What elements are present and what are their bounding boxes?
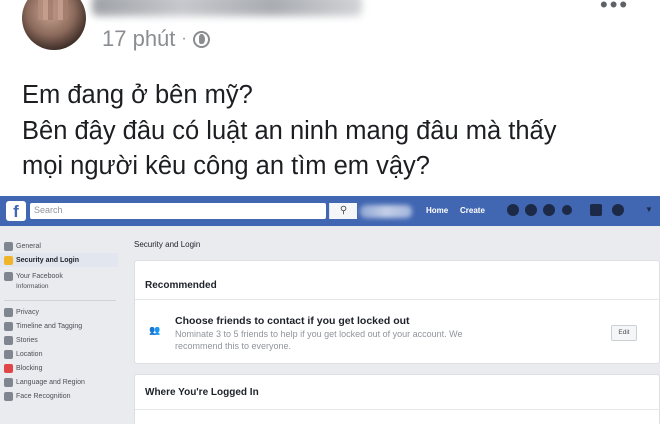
sidebar-item-blocking[interactable]: Blocking [4,364,42,373]
page-title: Security and Login [134,240,201,249]
profile-name-redacted[interactable] [360,205,412,218]
sidebar-item-security[interactable]: Security and Login [0,253,118,267]
pixelated-face [38,0,68,20]
nav-home[interactable]: Home [426,206,448,215]
card-divider [135,299,660,300]
sidebar-item-label: Language and Region [16,379,85,386]
search-icon[interactable]: ⚲ [329,203,357,219]
timeline-icon [4,322,13,331]
post-line-1: Em đang ở bên mỹ? [22,81,253,109]
trusted-contacts-title: Choose friends to contact if you get loc… [175,315,410,327]
sidebar-item-your-information[interactable]: Your Facebook [4,272,63,281]
facebook-icon [4,272,13,281]
embedded-screenshot: f Search ⚲ Home Create ▼ General Securit… [0,196,660,424]
post-line-2: Bên đây đâu có luật an ninh mang đâu mà … [22,116,557,145]
shield-icon [4,255,13,265]
chevron-down-icon[interactable]: ▼ [645,205,653,214]
more-options-icon[interactable]: ••• [600,0,629,18]
facebook-logo-icon[interactable]: f [6,201,26,221]
logged-in-card: Where You're Logged In [134,374,660,424]
card-divider [135,409,660,410]
post-text: Em đang ở bên mỹ? Bên đây đâu có luật an… [22,78,556,185]
sidebar-item-location[interactable]: Location [4,350,42,359]
block-icon [4,364,13,373]
location-icon [4,350,13,359]
description-line-1: Nominate 3 to 5 friends to help if you g… [175,329,463,339]
sidebar-item-label: Your Facebook [16,273,63,280]
gear-icon [4,242,13,251]
sidebar-item-stories[interactable]: Stories [4,336,38,345]
nav-create[interactable]: Create [460,206,485,215]
avatar[interactable] [22,0,86,50]
recommended-card: Recommended 👥 Choose friends to contact … [134,260,660,364]
help-icon[interactable] [562,205,572,215]
description-line-2: recommend this to everyone. [175,341,292,351]
post-line-3: mọi người kêu công an tìm em vậy? [22,152,430,180]
settings-sidebar: General Security and Login Your Facebook… [0,226,122,424]
messenger-icon[interactable] [525,204,537,216]
sidebar-item-label: Security and Login [16,256,80,264]
sidebar-item-face-recognition[interactable]: Face Recognition [4,392,70,401]
sidebar-item-label: Location [16,351,43,358]
sidebar-item-label: Face Recognition [16,393,71,400]
sidebar-item-label: Blocking [16,365,43,372]
author-name-redacted[interactable] [92,0,362,16]
trusted-contacts-description: Nominate 3 to 5 friends to help if you g… [175,328,595,352]
sidebar-item-general[interactable]: General [4,242,41,251]
sidebar-item-label: General [16,243,41,250]
sidebar-item-label: Privacy [16,309,39,316]
post-header: 17 phút · ••• [0,0,660,62]
sidebar-item-timeline[interactable]: Timeline and Tagging [4,322,82,331]
search-input[interactable]: Search ⚲ [30,203,357,219]
language-icon [4,378,13,387]
account-icon[interactable] [612,204,624,216]
meta-separator: · [181,30,187,47]
sidebar-divider [4,300,116,301]
recommended-heading: Recommended [145,280,217,291]
edit-button[interactable]: Edit [611,325,637,341]
search-placeholder: Search [34,205,63,215]
face-icon [4,392,13,401]
notifications-icon[interactable] [543,204,555,216]
sidebar-item-privacy[interactable]: Privacy [4,308,39,317]
sidebar-item-label: Stories [16,337,38,344]
friend-requests-icon[interactable] [507,204,519,216]
quick-help-icon[interactable] [590,204,602,216]
lock-icon [4,308,13,317]
sidebar-item-sub: Information [16,283,49,290]
sidebar-item-language[interactable]: Language and Region [4,378,85,387]
sidebar-item-label: Timeline and Tagging [16,323,83,330]
facebook-topbar: f Search ⚲ Home Create ▼ [0,196,660,226]
stories-icon [4,336,13,345]
globe-icon[interactable] [192,30,210,48]
post-time[interactable]: 17 phút [102,26,175,52]
logged-in-heading: Where You're Logged In [145,387,259,398]
friends-icon: 👥 [149,325,161,335]
post-meta: 17 phút · [102,26,210,52]
